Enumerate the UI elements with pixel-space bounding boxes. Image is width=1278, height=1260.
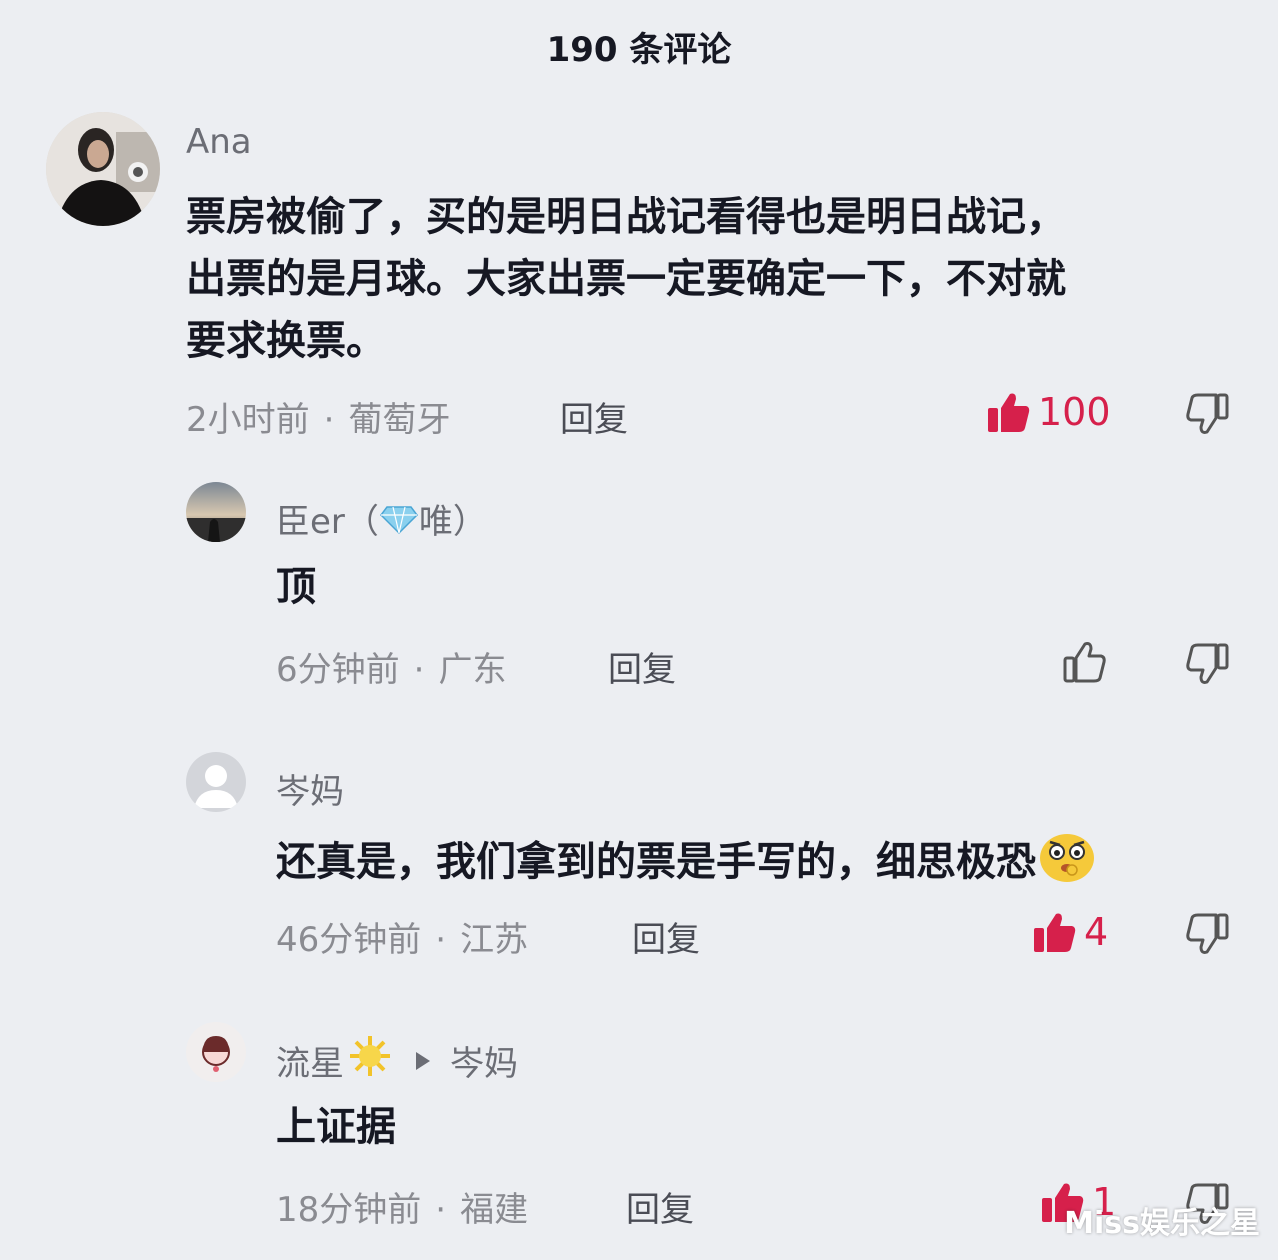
avatar-photo bbox=[46, 112, 160, 226]
separator-dot: · bbox=[435, 920, 447, 960]
dislike-button[interactable] bbox=[1186, 642, 1230, 690]
separator-dot: · bbox=[435, 1190, 447, 1230]
reply-to-username[interactable]: 岑妈 bbox=[450, 1036, 518, 1085]
reply-text: 上证据 bbox=[276, 1104, 396, 1150]
reply-text: 顶 bbox=[276, 564, 316, 610]
sun-badge-icon bbox=[348, 1034, 392, 1087]
thumbs-down-icon bbox=[1186, 643, 1229, 684]
comment-username[interactable]: Ana bbox=[186, 122, 252, 162]
avatar-photo bbox=[186, 482, 246, 542]
like-button[interactable]: 100 bbox=[986, 390, 1111, 434]
dislike-button[interactable] bbox=[1186, 392, 1230, 440]
reply-arrow-icon bbox=[414, 1041, 432, 1081]
reply-location: 江苏 bbox=[460, 920, 529, 960]
reply-meta: 46分钟前 · 江苏 bbox=[276, 912, 528, 961]
comment-location: 葡萄牙 bbox=[348, 400, 451, 440]
reply-text: 还真是，我们拿到的票是手写的，细思极恐 bbox=[276, 826, 1098, 902]
like-count: 4 bbox=[1084, 910, 1109, 954]
avatar[interactable] bbox=[46, 112, 160, 226]
reply-meta: 18分钟前 · 福建 bbox=[276, 1182, 528, 1231]
reply-username[interactable]: 岑妈 bbox=[276, 764, 344, 813]
separator-dot: · bbox=[323, 400, 335, 440]
reply-button[interactable]: 回复 bbox=[608, 642, 676, 691]
username-suffix: 唯） bbox=[418, 502, 487, 542]
username-text[interactable]: 流星 bbox=[276, 1036, 344, 1085]
comment-time: 2小时前 bbox=[186, 400, 310, 440]
reply-location: 福建 bbox=[460, 1190, 529, 1230]
diamond-icon bbox=[379, 503, 419, 544]
worried-face-emoji-icon bbox=[1036, 826, 1098, 902]
comments-count-title: 190 条评论 bbox=[546, 30, 732, 70]
reply-time: 18分钟前 bbox=[276, 1190, 422, 1230]
reply-username[interactable]: 臣er（ 唯） bbox=[276, 494, 487, 544]
thumbs-down-icon bbox=[1186, 393, 1229, 434]
default-avatar-icon bbox=[186, 752, 246, 812]
like-count: 100 bbox=[1038, 390, 1111, 434]
comment-text-line: 票房被偷了，买的是明日战记看得也是明日战记， bbox=[186, 194, 1066, 240]
reply-username: 流星 岑妈 bbox=[276, 1034, 518, 1087]
reply-text-content: 还真是，我们拿到的票是手写的，细思极恐 bbox=[276, 839, 1036, 885]
reply-button[interactable]: 回复 bbox=[626, 1182, 694, 1231]
watermark: Miss娱乐之星 bbox=[1064, 1206, 1260, 1241]
reply-button[interactable]: 回复 bbox=[632, 912, 700, 961]
like-button[interactable] bbox=[1062, 640, 1114, 684]
comment-text-line: 出票的是月球。大家出票一定要确定一下，不对就 bbox=[186, 256, 1066, 302]
avatar[interactable] bbox=[186, 752, 246, 812]
reply-location: 广东 bbox=[438, 650, 507, 690]
reply-time: 46分钟前 bbox=[276, 920, 422, 960]
reply-button[interactable]: 回复 bbox=[560, 392, 628, 441]
comment-text-line: 要求换票。 bbox=[186, 318, 386, 364]
comment-meta: 2小时前 · 葡萄牙 bbox=[186, 392, 450, 441]
thumbs-down-icon bbox=[1186, 913, 1229, 954]
avatar[interactable] bbox=[186, 482, 246, 542]
dislike-button[interactable] bbox=[1186, 912, 1230, 960]
thumbs-up-icon bbox=[1063, 642, 1106, 683]
comment-text: 票房被偷了，买的是明日战记看得也是明日战记， 出票的是月球。大家出票一定要确定一… bbox=[186, 186, 1246, 372]
thumbs-up-filled-icon bbox=[988, 393, 1030, 432]
like-button[interactable]: 4 bbox=[1032, 910, 1108, 954]
reply-time: 6分钟前 bbox=[276, 650, 400, 690]
reply-meta: 6分钟前 · 广东 bbox=[276, 642, 506, 691]
avatar-photo bbox=[186, 1022, 246, 1082]
avatar[interactable] bbox=[186, 1022, 246, 1082]
username-text: 臣er（ bbox=[276, 502, 379, 542]
thumbs-up-filled-icon bbox=[1034, 913, 1076, 952]
separator-dot: · bbox=[413, 650, 425, 690]
